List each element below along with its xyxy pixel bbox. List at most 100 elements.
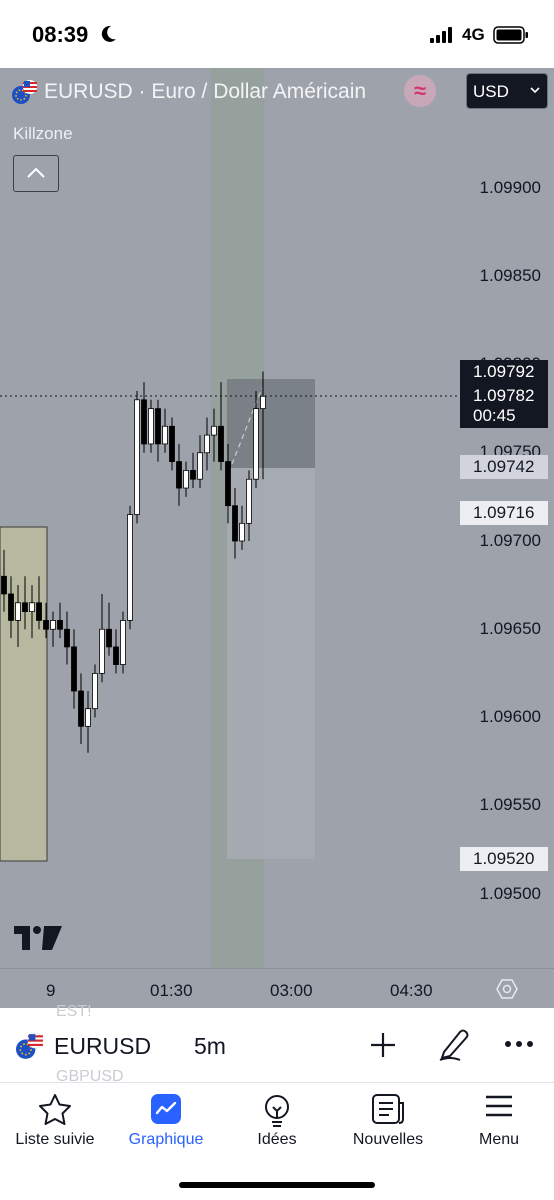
nav-label: Graphique — [128, 1131, 204, 1148]
battery-icon — [493, 26, 528, 44]
collapse-indicators-button[interactable] — [13, 155, 59, 192]
candle-body — [141, 399, 147, 445]
eurusd-flag-icon — [16, 1032, 44, 1059]
price-tick: 1.09900 — [479, 178, 541, 197]
price-tick: 1.09650 — [479, 619, 541, 638]
time-tick: 03:00 — [270, 981, 313, 1000]
chart-icon — [151, 1094, 181, 1124]
nav-label: Menu — [478, 1131, 520, 1148]
candle-body — [155, 408, 161, 445]
eurusd-flag-icon — [12, 80, 37, 104]
candle-body — [120, 620, 126, 665]
symbol-selector[interactable]: EURUSD — [54, 1033, 151, 1060]
candle-body — [232, 505, 238, 542]
candle-body — [183, 469, 189, 489]
candle-body — [29, 602, 35, 613]
signal-icon — [430, 27, 452, 43]
nav-label: Nouvelles — [352, 1131, 424, 1148]
time-axis[interactable]: 9 01:30 03:00 04:30 — [0, 968, 554, 1008]
candle-body — [239, 522, 245, 542]
candle-body — [64, 628, 70, 648]
cursor-price-tag: 1.09716 — [460, 501, 548, 525]
position-target-zone — [227, 379, 315, 468]
chevron-down-icon — [530, 87, 540, 94]
candle-body — [92, 672, 98, 710]
more-options-icon[interactable] — [504, 1040, 534, 1048]
candle-body — [78, 690, 84, 727]
bottom-nav: Liste suivie Graphique Idées Nouvelles M… — [0, 1082, 554, 1200]
home-indicator — [179, 1182, 375, 1188]
nav-item-menu[interactable]: Menu — [444, 1083, 554, 1157]
candle-body — [22, 602, 28, 613]
candle-body — [190, 469, 196, 480]
candle-body — [106, 628, 112, 648]
killzone-box — [0, 526, 48, 862]
nav-item-news[interactable]: Nouvelles — [333, 1083, 443, 1157]
nav-item-ideas[interactable]: Idées — [222, 1083, 332, 1157]
network-type: 4G — [462, 25, 485, 44]
currency-select[interactable]: USD — [466, 73, 548, 109]
star-icon — [39, 1094, 71, 1125]
candle-body — [99, 628, 105, 674]
price-tick: 1.09600 — [479, 707, 541, 726]
candle-body — [127, 514, 133, 621]
chevron-up-icon — [27, 167, 45, 178]
candle-body — [148, 408, 154, 445]
drawing-pen-icon[interactable] — [436, 1026, 470, 1062]
ghost-symbol-above: EST! — [56, 1003, 92, 1020]
add-plus-icon[interactable] — [368, 1030, 398, 1060]
currency-value: USD — [473, 82, 509, 101]
candle-body — [15, 602, 21, 621]
time-tick: 9 — [46, 981, 56, 1000]
price-tick: 1.09500 — [479, 884, 541, 903]
candle-body — [169, 425, 175, 462]
indicator-badge[interactable]: ≈ — [404, 75, 436, 107]
moon-icon — [101, 25, 116, 42]
candle-body — [1, 575, 7, 595]
high-price-tag: 1.09792 — [460, 360, 548, 384]
candle-body — [225, 461, 231, 507]
candle-body — [211, 425, 217, 436]
nav-label: Idées — [257, 1131, 297, 1148]
candle-body — [36, 602, 42, 621]
nav-item-chart[interactable]: Graphique — [111, 1083, 221, 1157]
lightbulb-icon — [265, 1095, 289, 1127]
status-bar: 08:39 4G — [0, 0, 554, 68]
tradingview-logo — [14, 926, 62, 950]
candle-body — [57, 620, 63, 630]
last-price-value: 1.09782 — [473, 386, 535, 405]
candle-body — [246, 478, 252, 524]
candle-body — [218, 425, 224, 462]
candle-body — [85, 708, 91, 727]
symbol-header[interactable]: EURUSD · Euro / Dollar Américain — [12, 78, 366, 106]
candle-body — [8, 593, 14, 621]
time-tick: 01:30 — [150, 981, 193, 1000]
news-icon — [372, 1094, 404, 1124]
symbol-title[interactable]: EURUSD · Euro / Dollar Américain — [44, 80, 366, 104]
candle-body — [204, 434, 210, 454]
price-tick: 1.09550 — [479, 795, 541, 814]
nav-label: Liste suivie — [15, 1131, 95, 1148]
settings-icon[interactable] — [496, 978, 518, 1000]
candle-body — [260, 395, 266, 410]
candle-body — [43, 620, 49, 630]
candle-body — [176, 461, 182, 489]
time-tick: 04:30 — [390, 981, 433, 1000]
candle-body — [50, 620, 56, 630]
price-tick: 1.09700 — [479, 531, 541, 550]
symbol-toolbar: EST! GBPUSD EURUSD 5m — [0, 1003, 554, 1085]
position-entry-tag: 1.09742 — [460, 455, 548, 479]
interval-selector[interactable]: 5m — [194, 1033, 226, 1060]
candle-body — [71, 646, 77, 692]
candle-body — [162, 425, 168, 445]
candle-body — [253, 408, 259, 480]
candle-body — [197, 452, 203, 480]
status-time: 08:39 — [32, 22, 89, 47]
indicator-name[interactable]: Killzone — [13, 124, 73, 144]
last-price-tag: 1.09782 00:45 — [460, 384, 548, 428]
nav-item-watchlist[interactable]: Liste suivie — [0, 1083, 110, 1157]
menu-icon — [486, 1095, 512, 1117]
price-tick: 1.09850 — [479, 266, 541, 285]
candle-body — [134, 399, 140, 515]
candle-body — [113, 646, 119, 665]
